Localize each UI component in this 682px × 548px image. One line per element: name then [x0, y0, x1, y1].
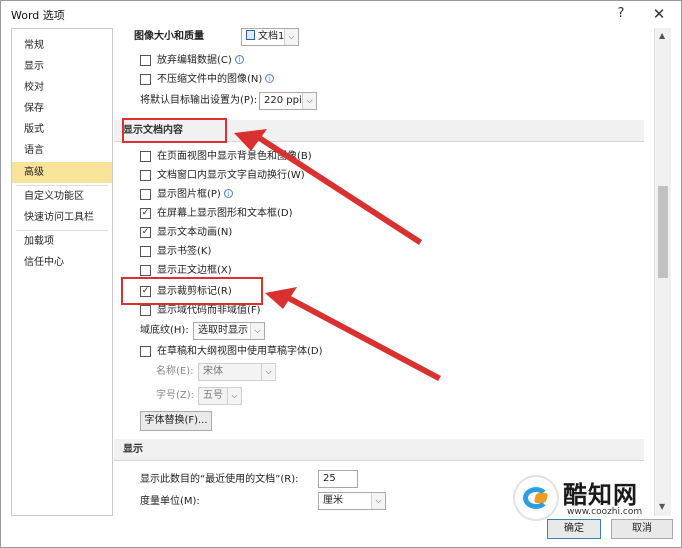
discard-edit-data-checkbox[interactable]	[140, 55, 151, 66]
nav-item-customize-ribbon[interactable]: 自定义功能区	[12, 186, 112, 207]
font-size-label: 字号(Z):	[156, 390, 195, 401]
option-label: 在草稿和大纲视图中使用草稿字体(D)	[157, 346, 323, 357]
nav-item-typography[interactable]: 版式	[12, 119, 112, 140]
font-size-select[interactable]: 五号 ⌵	[198, 387, 242, 405]
chevron-down-icon: ⌵	[250, 323, 264, 339]
default-target-label: 将默认目标输出设置为(P):	[140, 95, 258, 106]
word-options-dialog: Word 选项 ? ✕ 常规 显示 校对 保存 版式 语言 高级 自定义功能区 …	[0, 0, 682, 548]
default-target-value: 220 ppi	[264, 95, 302, 106]
recent-docs-label: 显示此数目的“最近使用的文档”(R):	[140, 474, 299, 485]
recent-docs-value: 25	[323, 473, 336, 484]
units-label: 度量单位(M):	[140, 496, 200, 507]
option-label: 显示书签(K)	[157, 246, 212, 257]
show-background-checkbox[interactable]	[140, 151, 151, 162]
help-button[interactable]: ?	[609, 4, 633, 24]
discard-edit-data-label: 放弃编辑数据(C) i	[157, 52, 244, 70]
field-shading-select[interactable]: 选取时显示 ⌵	[193, 322, 265, 340]
watermark-url: www.coozhi.com	[567, 507, 643, 517]
field-shading-value: 选取时显示	[198, 325, 248, 336]
no-compress-checkbox[interactable]	[140, 74, 151, 85]
recent-docs-spinner[interactable]: 25	[318, 470, 358, 488]
advanced-options-pane: 图像大小和质量 文档1 ⌵ 放弃编辑数据(C) i 不压缩文件中的图像(N) i 将…	[114, 28, 654, 516]
nav-item-quick-access-toolbar[interactable]: 快速访问工具栏	[12, 207, 112, 228]
chevron-down-icon: ⌵	[284, 29, 298, 45]
image-size-header: 图像大小和质量	[134, 31, 204, 42]
default-target-select[interactable]: 220 ppi ⌵	[259, 92, 317, 110]
field-codes-checkbox[interactable]	[140, 305, 151, 316]
annotation-box-show-doc-content	[122, 118, 227, 143]
nav-item-language[interactable]: 语言	[12, 140, 112, 161]
coozhi-logo-icon	[513, 475, 559, 521]
chevron-down-icon: ⌵	[261, 364, 275, 380]
options-category-list: 常规 显示 校对 保存 版式 语言 高级 自定义功能区 快速访问工具栏 加载项 …	[11, 28, 113, 516]
draft-font-checkbox[interactable]	[140, 346, 151, 357]
font-name-select[interactable]: 宋体 ⌵	[198, 363, 276, 381]
option-label: 在页面视图中显示背景色和图像(B)	[157, 151, 312, 162]
watermark-name: 酷知网	[563, 481, 638, 509]
text-boundaries-checkbox[interactable]	[140, 265, 151, 276]
display-header: 显示	[114, 439, 644, 461]
scroll-up-icon[interactable]: ▲	[659, 31, 665, 40]
wrap-text-checkbox[interactable]	[140, 170, 151, 181]
nav-item-general[interactable]: 常规	[12, 35, 112, 56]
no-compress-label: 不压缩文件中的图像(N) i	[157, 71, 275, 89]
chevron-down-icon: ⌵	[227, 388, 241, 404]
font-size-value: 五号	[203, 390, 223, 401]
nav-item-add-ins[interactable]: 加载项	[12, 231, 112, 252]
drawings-textboxes-checkbox[interactable]: ✓	[140, 208, 151, 219]
chevron-down-icon: ⌵	[371, 493, 385, 509]
nav-item-save[interactable]: 保存	[12, 98, 112, 119]
option-label: 显示文本动画(N)	[157, 227, 233, 238]
font-name-value: 宋体	[203, 366, 223, 377]
picture-placeholders-checkbox[interactable]	[140, 189, 151, 200]
bookmarks-checkbox[interactable]	[140, 246, 151, 257]
field-shading-label: 域底纹(H):	[140, 325, 189, 336]
close-button[interactable]: ✕	[647, 4, 671, 24]
info-icon: i	[265, 74, 275, 83]
vertical-scrollbar[interactable]: ▲ ▼	[654, 28, 671, 516]
nav-item-display[interactable]: 显示	[12, 56, 112, 77]
font-name-label: 名称(E):	[156, 366, 194, 377]
annotation-box-crop-marks	[121, 277, 263, 305]
window-title: Word 选项	[11, 9, 65, 22]
site-watermark: 酷知网 www.coozhi.com	[507, 469, 682, 533]
image-doc-select[interactable]: 文档1 ⌵	[241, 28, 299, 46]
title-bar: Word 选项 ? ✕	[1, 1, 681, 28]
units-value: 厘米	[323, 495, 343, 506]
document-icon	[246, 30, 255, 40]
image-doc-select-value: 文档1	[258, 31, 285, 42]
option-label: 在屏幕上显示图形和文本框(D)	[157, 208, 293, 219]
nav-item-trust-center[interactable]: 信任中心	[12, 252, 112, 273]
option-label: 显示图片框(P) i	[157, 186, 233, 204]
nav-item-advanced[interactable]: 高级	[12, 162, 112, 183]
info-icon: i	[223, 189, 233, 198]
units-select[interactable]: 厘米 ⌵	[318, 492, 386, 510]
text-animation-checkbox[interactable]: ✓	[140, 227, 151, 238]
font-substitution-button[interactable]: 字体替换(F)...	[140, 411, 212, 431]
info-icon: i	[234, 55, 244, 64]
option-label: 文档窗口内显示文字自动换行(W)	[157, 170, 305, 181]
chevron-down-icon: ⌵	[302, 93, 316, 109]
scrollbar-thumb[interactable]	[658, 186, 668, 278]
nav-item-proofing[interactable]: 校对	[12, 77, 112, 98]
